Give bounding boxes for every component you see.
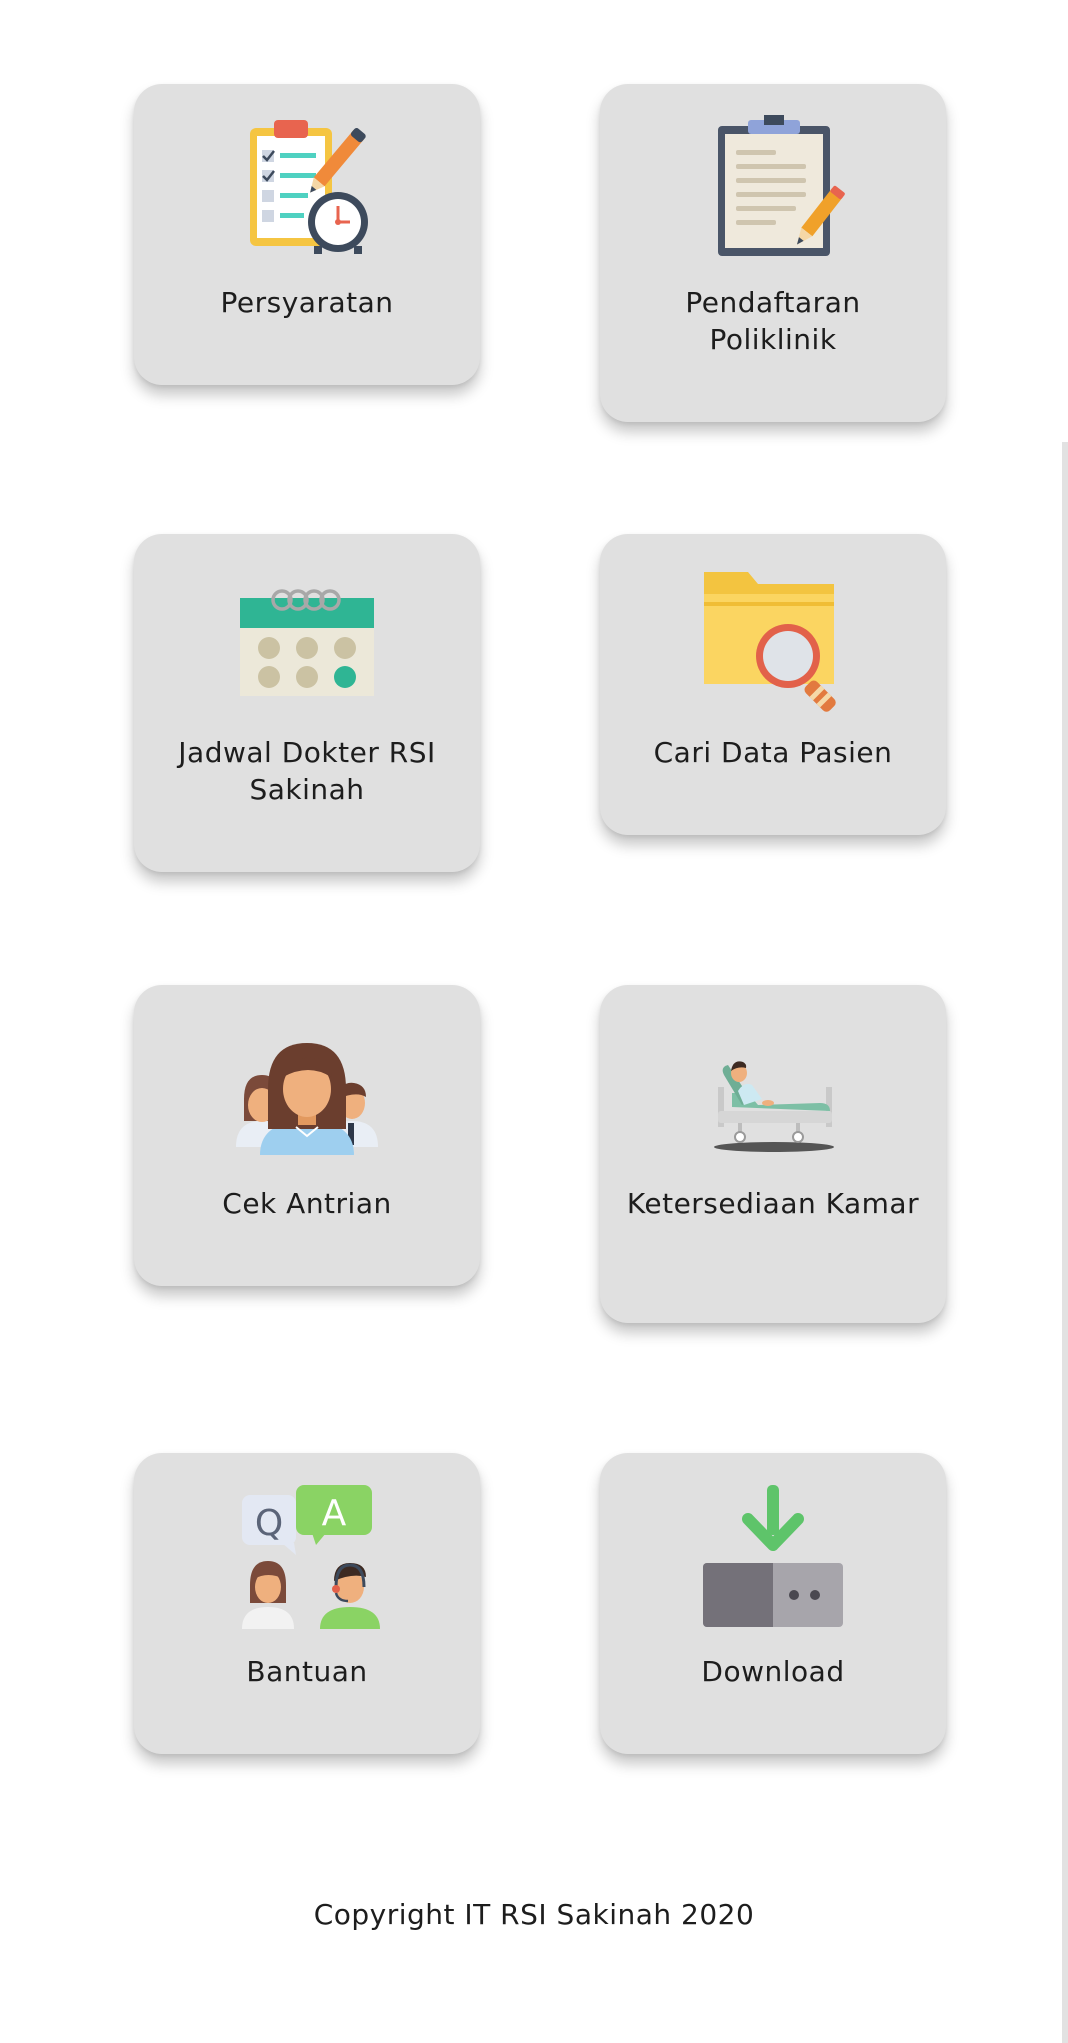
menu-card-download[interactable]: Download bbox=[600, 1453, 946, 1754]
checklist-clipboard-clock-icon bbox=[232, 114, 382, 264]
menu-card-label: Cek Antrian bbox=[222, 1187, 392, 1220]
clipboard-pencil-icon bbox=[698, 114, 848, 264]
menu-card-label: Ketersediaan Kamar bbox=[626, 1187, 920, 1220]
menu-card-label: Bantuan bbox=[246, 1655, 368, 1688]
menu-card-label: Persyaratan bbox=[220, 286, 394, 319]
menu-card-ketersediaan-kamar[interactable]: Ketersediaan Kamar bbox=[600, 985, 946, 1323]
menu-card-label: Pendaftaran Poliklinik bbox=[685, 286, 861, 356]
hospital-bed-patient-icon bbox=[698, 1015, 848, 1165]
folder-search-icon bbox=[698, 564, 848, 714]
menu-card-label: Cari Data Pasien bbox=[653, 736, 893, 769]
menu-card-label: Jadwal Dokter RSI Sakinah bbox=[178, 736, 436, 806]
copyright-footer: Copyright IT RSI Sakinah 2020 bbox=[313, 1898, 755, 1931]
svg-text:Q: Q bbox=[255, 1503, 283, 1544]
menu-card-persyaratan[interactable]: Persyaratan bbox=[134, 84, 480, 385]
svg-text:A: A bbox=[322, 1493, 347, 1534]
download-icon bbox=[698, 1483, 848, 1633]
calendar-icon bbox=[232, 564, 382, 714]
menu-card-label: Download bbox=[701, 1655, 845, 1688]
menu-card-jadwal-dokter[interactable]: Jadwal Dokter RSI Sakinah bbox=[134, 534, 480, 872]
menu-card-pendaftaran-poliklinik[interactable]: Pendaftaran Poliklinik bbox=[600, 84, 946, 422]
scrollbar[interactable] bbox=[1062, 442, 1068, 2043]
menu-card-bantuan[interactable]: Q A Bantuan bbox=[134, 1453, 480, 1754]
menu-card-cek-antrian[interactable]: Cek Antrian bbox=[134, 985, 480, 1286]
menu-card-cari-data-pasien[interactable]: Cari Data Pasien bbox=[600, 534, 946, 835]
qa-support-icon: Q A bbox=[232, 1483, 382, 1633]
people-queue-icon bbox=[232, 1015, 382, 1165]
